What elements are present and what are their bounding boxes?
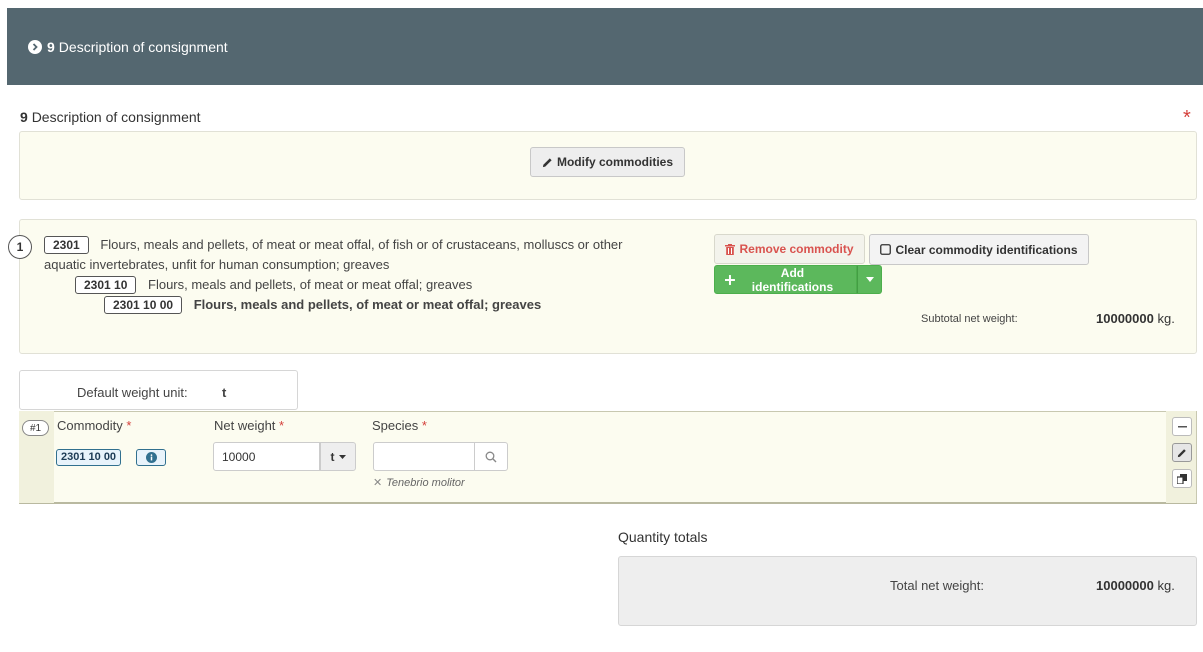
copy-icon — [1177, 473, 1187, 484]
add-identifications-dropdown[interactable] — [857, 265, 882, 294]
chevron-right-icon — [28, 39, 42, 54]
subtotal-value: 10000000 kg. — [1096, 311, 1175, 326]
commodity-field-label: Commodity * — [57, 418, 131, 433]
add-identifications-button[interactable]: Add identifications — [714, 265, 857, 294]
species-search-button[interactable] — [474, 442, 508, 471]
species-selected: ✕ Tenebrio molitor — [373, 476, 465, 489]
default-weight-unit: Default weight unit: t — [19, 370, 298, 410]
row-index: #1 — [22, 420, 49, 436]
commodity-level1: 2301 Flours, meals and pellets, of meat … — [44, 236, 623, 254]
commodity-level2: 2301 10 Flours, meals and pellets, of me… — [75, 276, 472, 294]
commodity-text-level1: Flours, meals and pellets, of meat or me… — [100, 237, 623, 252]
commodity-level1-cont: aquatic invertebrates, unfit for human c… — [44, 257, 390, 272]
modify-commodities-button[interactable]: Modify commodities — [530, 147, 685, 177]
required-star: * — [126, 418, 132, 433]
commodity-label-text: Commodity — [57, 418, 123, 433]
commodity-text-level3: Flours, meals and pellets, of meat or me… — [193, 297, 542, 312]
quantity-totals-title: Quantity totals — [618, 529, 708, 545]
subtotal-label: Subtotal net weight: — [921, 313, 1018, 325]
remove-commodity-button[interactable]: Remove commodity — [714, 234, 865, 264]
caret-down-icon — [865, 277, 874, 282]
net-weight-input[interactable] — [213, 442, 320, 471]
required-star: * — [279, 418, 285, 433]
net-weight-label-text: Net weight — [214, 418, 276, 433]
species-selected-name: Tenebrio molitor — [386, 477, 465, 489]
total-net-weight-label: Total net weight: — [890, 578, 984, 593]
edit-row-button[interactable] — [1172, 443, 1192, 462]
section-title: 9 Description of consignment — [20, 109, 201, 125]
add-identifications-label: Add identifications — [751, 265, 834, 294]
remove-species-icon[interactable]: ✕ — [373, 477, 382, 489]
trash-icon — [725, 243, 736, 255]
commodity-code-level3: 2301 10 00 — [104, 296, 183, 314]
total-net-weight-value: 10000000 kg. — [1096, 578, 1175, 593]
commodity-code-level1: 2301 — [44, 236, 89, 254]
checkbox-icon — [880, 244, 892, 255]
section-title-text: Description of consignment — [31, 109, 201, 125]
commodity-code-tag: 2301 10 00 — [56, 449, 122, 466]
header-number: 9 — [47, 38, 55, 55]
search-icon — [485, 451, 497, 462]
info-button[interactable] — [136, 449, 166, 466]
copy-row-button[interactable] — [1172, 469, 1192, 488]
default-weight-unit-label: Default weight unit: — [77, 385, 188, 400]
weight-unit-dropdown[interactable]: t — [320, 442, 356, 471]
modify-commodities-label: Modify commodities — [556, 155, 673, 169]
plus-icon — [725, 274, 735, 285]
section-number: 9 — [20, 109, 28, 125]
clear-identifications-label: Clear commodity identifications — [895, 242, 1078, 257]
commodity-level3: 2301 10 00 Flours, meals and pellets, of… — [104, 296, 541, 314]
species-label-text: Species — [372, 418, 419, 433]
species-field-label: Species * — [372, 418, 427, 433]
collapse-row-button[interactable] — [1172, 417, 1192, 436]
species-input[interactable] — [373, 442, 475, 471]
subtotal-amount: 10000000 — [1096, 311, 1154, 326]
default-weight-unit-value: t — [222, 385, 227, 400]
commodity-index: 1 — [8, 235, 32, 259]
minus-icon — [1177, 425, 1187, 427]
section-header[interactable]: 9 Description of consignment — [7, 8, 1203, 85]
total-net-weight-unit: kg. — [1157, 578, 1175, 593]
net-weight-field-label: Net weight * — [214, 418, 284, 433]
total-net-weight-amount: 10000000 — [1096, 578, 1154, 593]
pencil-icon — [1177, 448, 1186, 457]
remove-commodity-label: Remove commodity — [739, 242, 854, 256]
header-title: Description of consignment — [58, 38, 228, 55]
commodity-text-level2: Flours, meals and pellets, of meat or me… — [148, 277, 473, 292]
info-icon — [145, 452, 157, 463]
subtotal-unit: kg. — [1157, 311, 1175, 326]
weight-unit-value: t — [330, 449, 335, 464]
clear-identifications-button[interactable]: Clear commodity identifications — [869, 234, 1089, 265]
identification-row — [19, 411, 1197, 504]
required-star: * — [421, 418, 427, 433]
caret-down-icon — [338, 454, 346, 459]
commodity-code-level2: 2301 10 — [75, 276, 137, 294]
pencil-icon — [542, 157, 552, 167]
required-indicator: * — [1183, 107, 1191, 129]
